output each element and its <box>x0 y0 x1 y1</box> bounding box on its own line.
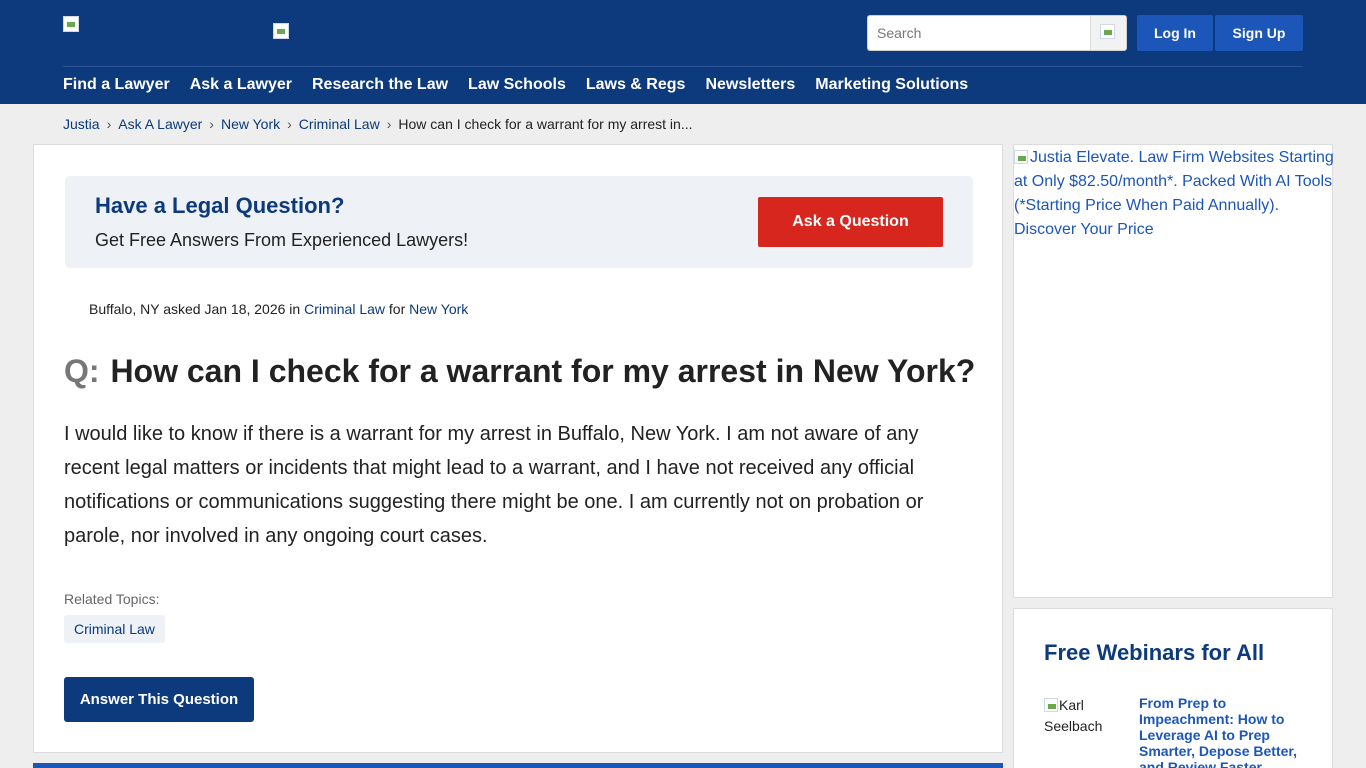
breadcrumb-separator: › <box>287 116 292 132</box>
breadcrumb-current: How can I check for a warrant for my arr… <box>398 116 693 132</box>
nav-newsletters[interactable]: Newsletters <box>705 76 795 94</box>
broken-image-icon <box>1044 698 1058 712</box>
header-divider <box>63 66 1303 67</box>
site-header: Log In Sign Up Find a Lawyer Ask a Lawye… <box>0 0 1366 104</box>
broken-image-icon <box>1014 150 1028 164</box>
search-box <box>867 15 1127 51</box>
sidebar-ad[interactable]: Justia Elevate. Law Firm Websites Starti… <box>1013 144 1334 598</box>
search-button[interactable] <box>1090 16 1126 50</box>
breadcrumb-separator: › <box>386 116 392 132</box>
promo-subtitle: Get Free Answers From Experienced Lawyer… <box>95 230 469 250</box>
breadcrumb-ask-a-lawyer[interactable]: Ask A Lawyer <box>118 116 202 132</box>
nav-find-a-lawyer[interactable]: Find a Lawyer <box>63 76 170 94</box>
related-topic-tag[interactable]: Criminal Law <box>64 615 165 643</box>
ad-image-alt[interactable]: Justia Elevate. Law Firm Websites Starti… <box>1014 146 1334 242</box>
ask-a-lawyer-logo-icon[interactable] <box>273 23 289 39</box>
nav-laws-regs[interactable]: Laws & Regs <box>586 76 686 94</box>
question-category-link[interactable]: Criminal Law <box>304 301 385 317</box>
signup-button[interactable]: Sign Up <box>1215 15 1303 51</box>
question-body: I would like to know if there is a warra… <box>64 423 924 547</box>
webinars-title: Free Webinars for All <box>1044 640 1265 665</box>
nav-research-the-law[interactable]: Research the Law <box>312 76 448 94</box>
question-card: Have a Legal Question? Get Free Answers … <box>33 144 1003 753</box>
answer-this-question-button[interactable]: Answer This Question <box>64 677 254 722</box>
breadcrumb-new-york[interactable]: New York <box>221 116 280 132</box>
promo-title: Have a Legal Question? <box>95 193 345 218</box>
main-nav: Find a Lawyer Ask a Lawyer Research the … <box>63 76 988 94</box>
justia-logo-icon[interactable] <box>63 16 79 32</box>
webinars-widget: Free Webinars for All Karl Seelbach From… <box>1013 608 1333 768</box>
speaker-photo: Karl Seelbach <box>1044 695 1124 737</box>
ad-alt-text: Justia Elevate. Law Firm Websites Starti… <box>1014 149 1334 238</box>
question-for-text: for <box>388 301 406 317</box>
breadcrumb-justia[interactable]: Justia <box>63 116 100 132</box>
question-meta: Buffalo, NY asked Jan 18, 2026 in Crimin… <box>89 301 468 317</box>
question-location: Buffalo, NY <box>89 301 160 317</box>
question-title: Q: How can I check for a warrant for my … <box>64 353 975 390</box>
question-state-link[interactable]: New York <box>409 301 468 317</box>
nav-law-schools[interactable]: Law Schools <box>468 76 566 94</box>
question-prefix: Q: <box>64 353 100 389</box>
nav-marketing-solutions[interactable]: Marketing Solutions <box>815 76 968 94</box>
breadcrumb: Justia › Ask A Lawyer › New York › Crimi… <box>63 116 693 132</box>
question-asked-date: asked Jan 18, 2026 in <box>163 301 301 317</box>
section-strip <box>33 763 1003 768</box>
webinar-link[interactable]: From Prep to Impeachment: How to Leverag… <box>1139 695 1309 768</box>
related-topics-label: Related Topics: <box>64 591 160 607</box>
ask-a-question-button[interactable]: Ask a Question <box>758 197 943 247</box>
nav-ask-a-lawyer[interactable]: Ask a Lawyer <box>190 76 292 94</box>
legal-question-promo: Have a Legal Question? Get Free Answers … <box>65 176 973 268</box>
login-button[interactable]: Log In <box>1137 15 1213 51</box>
breadcrumb-separator: › <box>209 116 214 132</box>
search-icon <box>1100 24 1115 39</box>
breadcrumb-criminal-law[interactable]: Criminal Law <box>299 116 380 132</box>
search-input[interactable] <box>868 16 1091 50</box>
question-title-text: How can I check for a warrant for my arr… <box>110 353 976 389</box>
breadcrumb-separator: › <box>106 116 112 132</box>
